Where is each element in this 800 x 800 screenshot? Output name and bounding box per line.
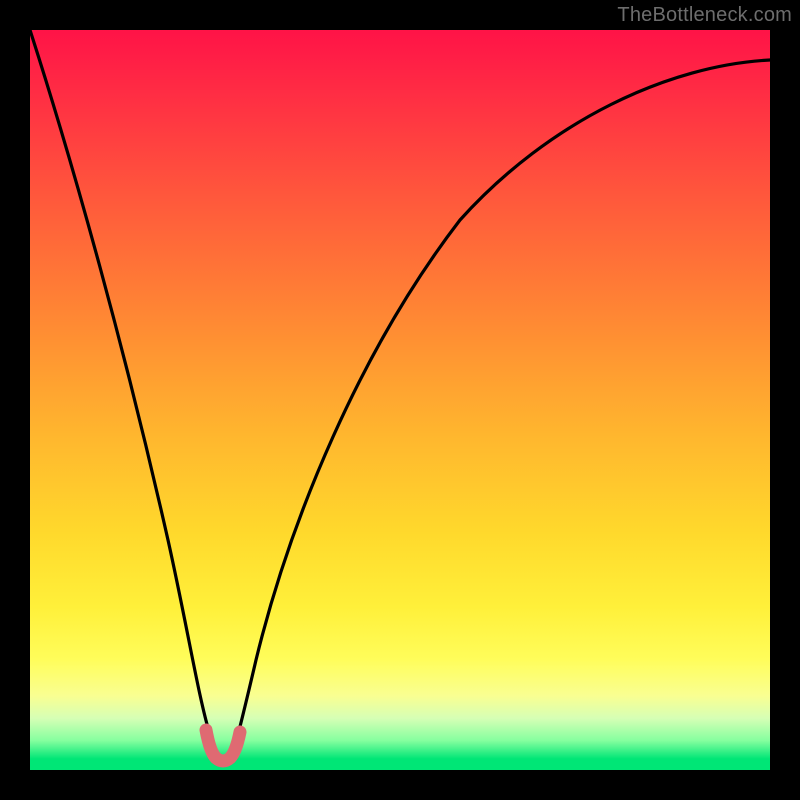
watermark-text: TheBottleneck.com bbox=[617, 4, 792, 27]
chart-frame: TheBottleneck.com bbox=[0, 0, 800, 800]
plot-area bbox=[30, 30, 770, 770]
curve-layer bbox=[30, 30, 770, 770]
min-marker-icon bbox=[206, 730, 240, 761]
bottleneck-curve bbox=[30, 30, 770, 759]
